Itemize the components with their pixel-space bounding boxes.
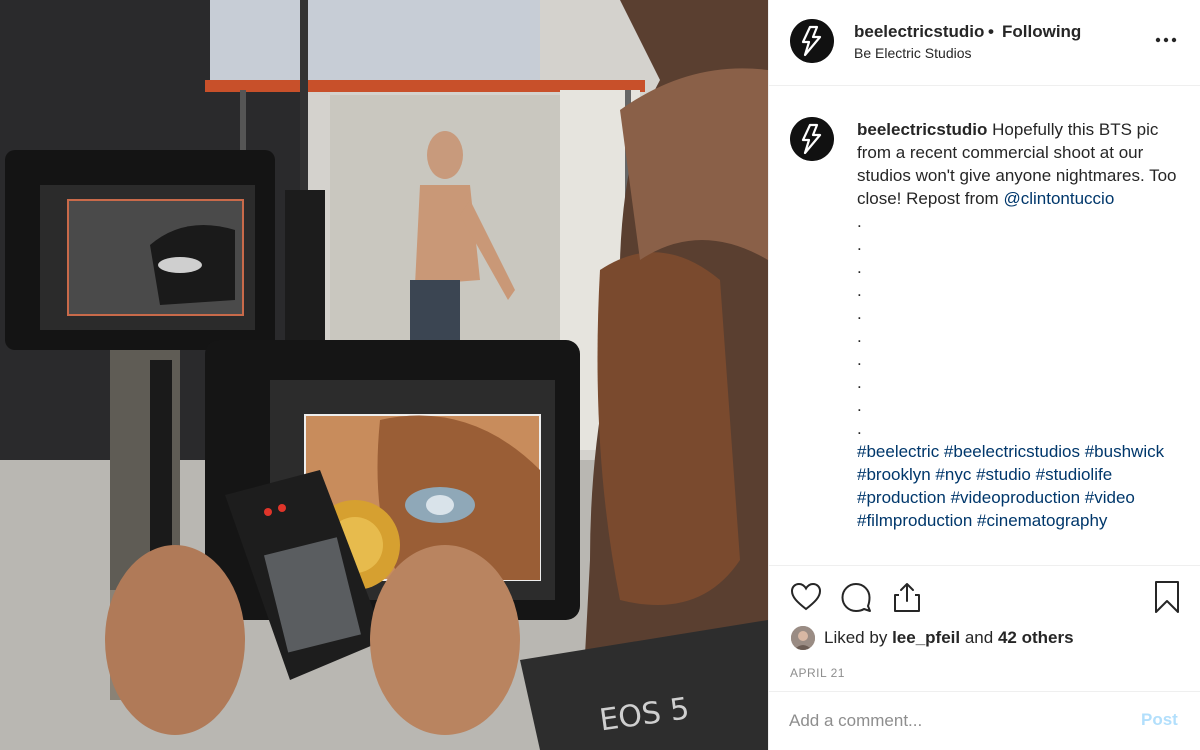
post-comment-button[interactable]: Post (1141, 710, 1178, 730)
liker-avatar[interactable] (791, 626, 815, 650)
caption-dot: . (857, 396, 862, 415)
bts-photo-illustration: EOS 5 (0, 0, 768, 750)
profile-avatar[interactable] (790, 19, 834, 63)
lightning-bolt-logo-icon (790, 117, 834, 161)
liker-username-link[interactable]: lee_pfeil (892, 628, 960, 647)
comment-input[interactable] (789, 706, 1119, 736)
caption-text: beelectricstudio Hopefully this BTS pic … (857, 118, 1177, 532)
caption-dot: . (857, 304, 862, 323)
caption-dot: . (857, 350, 862, 369)
header-separator: • (988, 22, 994, 41)
post-actions: Liked by lee_pfeil and 42 others APRIL 2… (769, 565, 1200, 690)
caption-avatar[interactable] (790, 117, 834, 161)
caption-dot: . (857, 419, 862, 438)
following-button[interactable]: Following (1002, 22, 1081, 42)
liked-by-text: Liked by lee_pfeil and 42 others (824, 628, 1074, 648)
caption-dot: . (857, 373, 862, 392)
share-icon[interactable] (890, 580, 924, 614)
lightning-bolt-logo-icon (790, 19, 834, 63)
comment-form: Post (769, 691, 1200, 750)
mention-link[interactable]: @clintontuccio (1003, 189, 1114, 208)
liked-by-prefix: Liked by (824, 628, 888, 647)
caption-username-link[interactable]: beelectricstudio (857, 120, 987, 139)
post-header: beelectricstudio • Following Be Electric… (769, 0, 1200, 86)
likes-others-link[interactable]: 42 others (998, 628, 1074, 647)
liker-avatar-image (791, 626, 815, 650)
bookmark-icon[interactable] (1150, 580, 1184, 614)
header-display-name: Be Electric Studios (854, 45, 972, 61)
post-sidebar: beelectricstudio • Following Be Electric… (768, 0, 1200, 750)
header-username-link[interactable]: beelectricstudio (854, 22, 984, 42)
comment-icon[interactable] (839, 580, 873, 614)
heart-icon[interactable] (789, 580, 823, 614)
post-photo[interactable]: EOS 5 (0, 0, 768, 750)
caption-dot: . (857, 281, 862, 300)
caption-dot: . (857, 327, 862, 346)
post-date[interactable]: APRIL 21 (790, 666, 845, 680)
hashtag-links[interactable]: #beelectric #beelectricstudios #bushwick… (857, 440, 1177, 532)
caption-dot: . (857, 235, 862, 254)
caption-dot: . (857, 258, 862, 277)
caption-dots: . . . . . . . . . . (857, 210, 1177, 440)
liked-by-conjunction: and (964, 628, 994, 647)
more-options-icon[interactable] (1153, 30, 1179, 50)
caption-dot: . (857, 212, 862, 231)
caption-section: beelectricstudio Hopefully this BTS pic … (769, 87, 1200, 565)
